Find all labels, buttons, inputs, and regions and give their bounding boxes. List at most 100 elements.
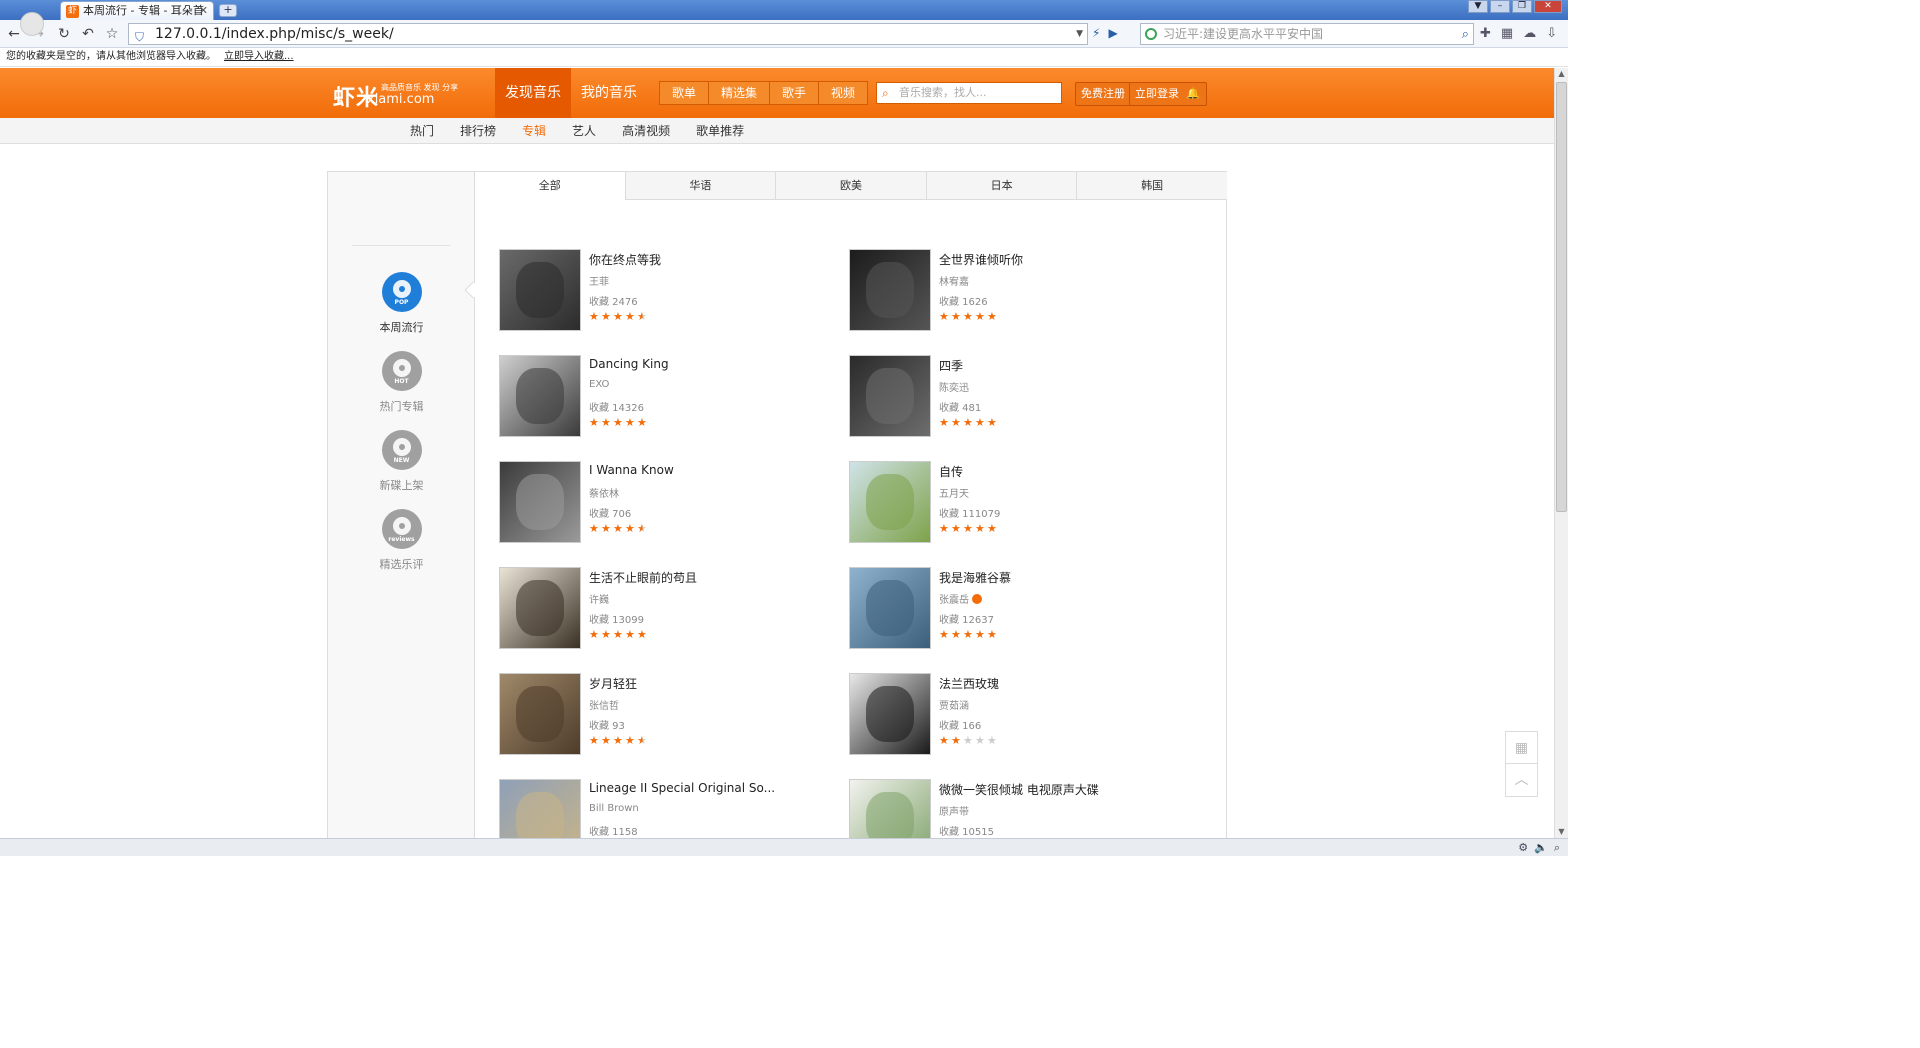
album-artist-name[interactable]: 陈奕迅 bbox=[939, 383, 969, 394]
album-item[interactable]: 自传 五月天 收藏 111079 ★ ★ ★ ★ ★ bbox=[849, 461, 1189, 545]
album-artist-name[interactable]: 张震岳 bbox=[939, 595, 969, 606]
album-title[interactable]: 生活不止眼前的苟且 bbox=[589, 569, 697, 586]
album-artist[interactable]: 五月天 bbox=[939, 485, 969, 500]
sidebar-item-2[interactable]: NEW 新碟上架 bbox=[328, 430, 475, 493]
album-artist[interactable]: 林宥嘉 bbox=[939, 273, 969, 288]
subnav-item-0[interactable]: 热门 bbox=[410, 118, 434, 144]
channel-collections[interactable]: 精选集 bbox=[708, 82, 769, 104]
browser-tab[interactable]: 虾 本周流行 - 专辑 - 耳朵首 ✕ bbox=[60, 1, 214, 20]
album-item[interactable]: 我是海雅谷慕 张震岳 收藏 12637 ★ ★ ★ ★ ★ bbox=[849, 567, 1189, 651]
album-item[interactable]: 生活不止眼前的苟且 许巍 收藏 13099 ★ ★ ★ ★ ★ bbox=[499, 567, 839, 651]
minimize-icon[interactable]: – bbox=[1490, 0, 1510, 13]
volume-icon[interactable]: 🔈 bbox=[1534, 841, 1548, 855]
album-artist-name[interactable]: 原声带 bbox=[939, 807, 969, 818]
album-cover[interactable] bbox=[499, 673, 581, 755]
play-icon[interactable]: ▶ bbox=[1108, 26, 1117, 40]
album-title[interactable]: I Wanna Know bbox=[589, 463, 674, 477]
album-title[interactable]: 法兰西玫瑰 bbox=[939, 675, 999, 692]
subnav-item-4[interactable]: 高清视频 bbox=[622, 118, 670, 144]
album-item[interactable]: 法兰西玫瑰 贾茹涵 收藏 166 ★ ★ ★ ★ ★ bbox=[849, 673, 1189, 757]
grid-icon[interactable]: ▦ bbox=[1501, 26, 1513, 42]
album-title[interactable]: 四季 bbox=[939, 357, 963, 374]
tab-region-3[interactable]: 日本 bbox=[925, 172, 1077, 200]
extensions-icon[interactable]: ✚ bbox=[1480, 26, 1491, 42]
channel-playlists[interactable]: 歌单 bbox=[660, 82, 708, 104]
close-tab-icon[interactable]: ✕ bbox=[199, 2, 208, 19]
album-item[interactable]: 全世界谁倾听你 林宥嘉 收藏 1626 ★ ★ ★ ★ ★ bbox=[849, 249, 1189, 333]
album-title[interactable]: Lineage II Special Original So... bbox=[589, 781, 775, 795]
album-cover[interactable] bbox=[499, 355, 581, 437]
scroll-thumb[interactable] bbox=[1556, 82, 1567, 512]
back-to-top-icon[interactable]: ︿ bbox=[1506, 764, 1537, 796]
album-title[interactable]: 岁月轻狂 bbox=[589, 675, 637, 692]
tab-region-2[interactable]: 欧美 bbox=[775, 172, 926, 200]
album-item[interactable]: I Wanna Know 蔡依林 收藏 706 ★ ★ ★ ★ ★ bbox=[499, 461, 839, 545]
album-artist-name[interactable]: 贾茹涵 bbox=[939, 701, 969, 712]
download-icon[interactable]: ⇩ bbox=[1546, 26, 1557, 42]
subnav-item-1[interactable]: 排行榜 bbox=[460, 118, 496, 144]
tab-region-4[interactable]: 韩国 bbox=[1076, 172, 1227, 200]
import-bookmarks-link[interactable]: 立即导入收藏... bbox=[224, 51, 294, 62]
album-artist[interactable]: 张震岳 bbox=[939, 591, 982, 606]
scroll-up-icon[interactable]: ▲ bbox=[1555, 68, 1568, 80]
main-nav-my-music[interactable]: 我的音乐 bbox=[571, 68, 647, 118]
album-artist-name[interactable]: Bill Brown bbox=[589, 803, 639, 814]
album-item[interactable]: Dancing King EXO 收藏 14326 ★ ★ ★ ★ ★ bbox=[499, 355, 839, 439]
search-icon[interactable]: ⌕ bbox=[1462, 25, 1469, 45]
sidebar-item-1[interactable]: HOT 热门专辑 bbox=[328, 351, 475, 414]
album-item[interactable]: 岁月轻狂 张信哲 收藏 93 ★ ★ ★ ★ ★ bbox=[499, 673, 839, 757]
album-cover[interactable] bbox=[849, 355, 931, 437]
undo-icon[interactable]: ↶ bbox=[80, 26, 96, 42]
album-cover[interactable] bbox=[849, 461, 931, 543]
tab-region-1[interactable]: 华语 bbox=[624, 172, 776, 200]
album-title[interactable]: Dancing King bbox=[589, 357, 669, 371]
album-title[interactable]: 微微一笑很倾城 电视原声大碟 bbox=[939, 781, 1099, 798]
channel-videos[interactable]: 视频 bbox=[818, 82, 867, 104]
album-artist-name[interactable]: 许巍 bbox=[589, 595, 609, 606]
album-artist-name[interactable]: 蔡依林 bbox=[589, 489, 619, 500]
restore-icon[interactable]: ❐ bbox=[1512, 0, 1532, 13]
new-tab-button[interactable]: + bbox=[219, 4, 237, 17]
channel-artists[interactable]: 歌手 bbox=[769, 82, 818, 104]
album-artist-name[interactable]: 王菲 bbox=[589, 277, 609, 288]
subnav-item-3[interactable]: 艺人 bbox=[572, 118, 596, 144]
album-artist-name[interactable]: 张信哲 bbox=[589, 701, 619, 712]
album-artist[interactable]: 贾茹涵 bbox=[939, 697, 969, 712]
address-bar[interactable]: ⛉ 127.0.0.1/index.php/misc/s_week/ ▼ bbox=[128, 23, 1088, 45]
album-artist[interactable]: Bill Brown bbox=[589, 803, 639, 814]
album-artist-name[interactable]: EXO bbox=[589, 379, 609, 390]
shirt-icon[interactable]: ▼ bbox=[1468, 0, 1488, 13]
browser-search-input[interactable]: 习近平:建设更高水平平安中国 ⌕ bbox=[1140, 23, 1474, 45]
album-artist[interactable]: 陈奕迅 bbox=[939, 379, 969, 394]
qr-code-icon[interactable]: ▦ bbox=[1506, 732, 1537, 764]
star-icon[interactable]: ☆ bbox=[104, 26, 120, 42]
scroll-down-icon[interactable]: ▼ bbox=[1555, 826, 1568, 838]
album-item[interactable]: 你在终点等我 王菲 收藏 2476 ★ ★ ★ ★ ★ bbox=[499, 249, 839, 333]
album-artist[interactable]: 蔡依林 bbox=[589, 485, 619, 500]
login-button[interactable]: 立即登录 🔔 bbox=[1129, 82, 1207, 106]
album-title[interactable]: 全世界谁倾听你 bbox=[939, 251, 1023, 268]
album-cover[interactable] bbox=[849, 673, 931, 755]
album-artist-name[interactable]: 五月天 bbox=[939, 489, 969, 500]
album-artist-name[interactable]: 林宥嘉 bbox=[939, 277, 969, 288]
window-close-icon[interactable]: ✕ bbox=[1534, 0, 1562, 13]
music-search-input[interactable]: ⌕ 音乐搜索，找人... bbox=[876, 82, 1062, 104]
register-button[interactable]: 免费注册 bbox=[1075, 82, 1131, 106]
album-artist[interactable]: 许巍 bbox=[589, 591, 609, 606]
tab-region-0[interactable]: 全部 bbox=[475, 172, 625, 201]
site-logo[interactable]: 虾米 高品质音乐 发现 分享 xiami.com bbox=[333, 80, 458, 112]
album-title[interactable]: 自传 bbox=[939, 463, 963, 480]
menu-icon[interactable]: ☰ bbox=[1567, 26, 1568, 42]
reload-icon[interactable]: ↻ bbox=[56, 26, 72, 42]
lightning-icon[interactable]: ⚡ bbox=[1092, 26, 1100, 40]
chevron-down-icon[interactable]: ▼ bbox=[1076, 24, 1083, 44]
back-icon[interactable]: ← bbox=[6, 26, 22, 42]
album-item[interactable]: 四季 陈奕迅 收藏 481 ★ ★ ★ ★ ★ bbox=[849, 355, 1189, 439]
album-title[interactable]: 你在终点等我 bbox=[589, 251, 661, 268]
sidebar-item-3[interactable]: reviews 精选乐评 bbox=[328, 509, 475, 572]
album-cover[interactable] bbox=[849, 567, 931, 649]
album-title[interactable]: 我是海雅谷慕 bbox=[939, 569, 1011, 586]
album-artist[interactable]: 原声带 bbox=[939, 803, 969, 818]
subnav-item-5[interactable]: 歌单推荐 bbox=[696, 118, 744, 144]
status-tool-icon[interactable]: ⚙ bbox=[1518, 841, 1528, 855]
